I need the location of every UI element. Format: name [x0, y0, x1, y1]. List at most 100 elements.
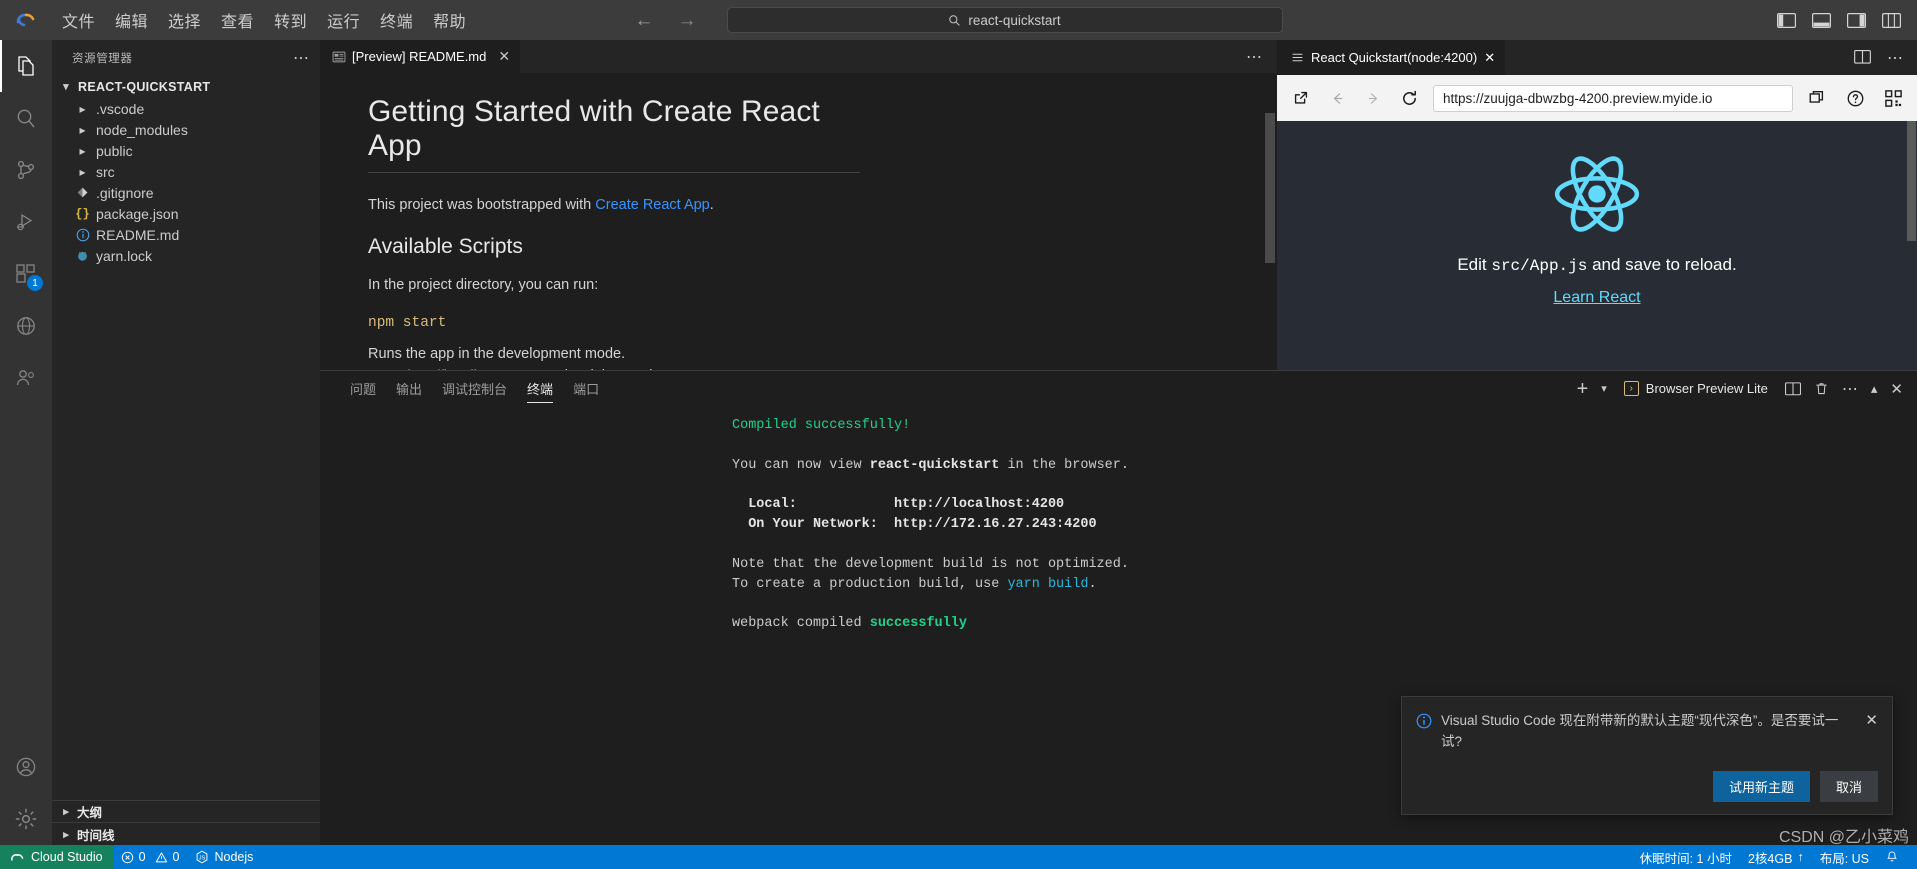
qr-code-icon[interactable] [1881, 86, 1905, 110]
browser-url-field[interactable]: https://zuujga-dbwzbg-4200.preview.myide… [1433, 84, 1793, 112]
split-terminal-icon[interactable] [1784, 381, 1801, 396]
preview-tab-actions: ⋯ [1854, 40, 1917, 75]
close-icon[interactable]: ✕ [498, 48, 510, 65]
tab-readme-preview[interactable]: [Preview] README.md ✕ [320, 40, 522, 74]
status-runtime[interactable]: JS Nodejs [187, 845, 261, 869]
browser-forward-icon[interactable] [1361, 86, 1385, 110]
tab-react-quickstart-preview[interactable]: React Quickstart(node:4200) ✕ [1277, 40, 1506, 75]
activity-item-settings[interactable] [0, 793, 52, 845]
terminal-segment: 4200 [1064, 517, 1097, 533]
panel-tab-terminal[interactable]: 终端 [517, 371, 563, 406]
go-back-icon[interactable]: ← [635, 11, 654, 30]
close-panel-icon[interactable]: ✕ [1890, 380, 1903, 398]
status-resources[interactable]: 2核4GB ↑ [1740, 845, 1812, 869]
status-notifications-bell[interactable] [1877, 845, 1907, 869]
activity-item-extensions[interactable]: 1 [0, 248, 52, 300]
svg-text:JS: JS [199, 855, 206, 861]
terminal-instance-browser-preview-lite[interactable]: › Browser Preview Lite [1620, 381, 1772, 396]
activity-item-search[interactable] [0, 92, 52, 144]
panel-more-actions-icon[interactable]: ⋯ [1842, 379, 1858, 399]
create-react-app-link[interactable]: Create React App [595, 197, 709, 213]
tree-item-public[interactable]: ▸ public [52, 140, 320, 161]
sidebar-section-outline[interactable]: ▸ 大纲 [52, 801, 320, 823]
terminal-segment: yarn build [1007, 576, 1089, 592]
sidebar-title: 资源管理器 [72, 52, 133, 65]
new-terminal-icon[interactable]: + [1577, 379, 1589, 399]
status-keyboard-layout[interactable]: 布局: US [1812, 845, 1877, 869]
ellipsis-icon[interactable]: ⋯ [1887, 48, 1903, 68]
open-external-icon[interactable] [1289, 86, 1313, 110]
kill-terminal-icon[interactable] [1814, 381, 1829, 396]
panel-tab-output[interactable]: 输出 [386, 371, 432, 406]
menu-run[interactable]: 运行 [317, 4, 370, 36]
customize-layout-icon[interactable] [1882, 12, 1901, 28]
tree-item-src[interactable]: ▸ src [52, 161, 320, 182]
browser-preview-viewport: Edit src/App.js and save to reload. Lear… [1277, 121, 1917, 370]
tree-item-yarn-lock[interactable]: yarn.lock [52, 245, 320, 266]
tree-item-readme-md[interactable]: README.md [52, 224, 320, 245]
terminal-segment: You can now view [732, 457, 870, 473]
tree-item-label: package.json [96, 205, 179, 222]
panel-tab-debug-console[interactable]: 调试控制台 [432, 371, 517, 406]
menu-view[interactable]: 查看 [211, 4, 264, 36]
tree-item-package-json[interactable]: {} package.json [52, 203, 320, 224]
sidebar-section-timeline[interactable]: ▸ 时间线 [52, 823, 320, 845]
sidebar-section-label: 大纲 [77, 806, 103, 820]
run-debug-icon [17, 213, 33, 231]
cancel-button[interactable]: 取消 [1819, 771, 1878, 802]
split-editor-icon[interactable] [1854, 50, 1873, 65]
localhost-3000-link[interactable]: http://localhost:3000 [408, 368, 538, 370]
go-forward-icon[interactable]: → [678, 11, 697, 30]
menu-selection[interactable]: 选择 [158, 4, 211, 36]
activity-item-source-control[interactable] [0, 144, 52, 196]
panel-tab-problems[interactable]: 问题 [340, 371, 386, 406]
activity-item-run-and-debug[interactable] [0, 196, 52, 248]
tree-item-gitignore[interactable]: .gitignore [52, 182, 320, 203]
editor-scrollbar[interactable] [1265, 113, 1275, 264]
menu-go[interactable]: 转到 [264, 4, 317, 36]
ellipsis-icon[interactable]: ⋯ [1246, 47, 1263, 67]
new-terminal-dropdown-icon[interactable]: ▾ [1601, 382, 1607, 395]
json-braces-icon: {} [75, 206, 90, 221]
chevron-down-icon: ▾ [63, 81, 69, 93]
close-icon[interactable]: ✕ [1484, 50, 1495, 66]
file-tree: ▾ REACT-QUICKSTART ▸ .vscode ▸ node_modu… [52, 75, 320, 800]
close-icon[interactable]: ✕ [1859, 711, 1878, 729]
activity-item-collaboration[interactable] [0, 352, 52, 404]
learn-react-link[interactable]: Learn React [1553, 289, 1640, 307]
tree-root-react-quickstart[interactable]: ▾ REACT-QUICKSTART [52, 75, 320, 98]
toggle-secondary-sidebar-icon[interactable] [1847, 12, 1866, 28]
gear-icon [15, 808, 37, 830]
browser-reload-icon[interactable] [1397, 86, 1421, 110]
activity-bar: 1 [0, 40, 52, 845]
open-in-new-window-icon[interactable] [1805, 86, 1829, 110]
toggle-primary-sidebar-icon[interactable] [1777, 12, 1796, 28]
tree-item-vscode[interactable]: ▸ .vscode [52, 98, 320, 119]
menu-terminal[interactable]: 终端 [370, 4, 423, 36]
status-problems[interactable]: 0 0 [113, 845, 188, 869]
menu-edit[interactable]: 编辑 [105, 4, 158, 36]
activity-item-remote-explorer[interactable] [0, 300, 52, 352]
ellipsis-icon[interactable]: ⋯ [293, 48, 310, 68]
menu-help[interactable]: 帮助 [423, 4, 476, 36]
try-new-theme-button[interactable]: 试用新主题 [1712, 771, 1810, 802]
tab-label: [Preview] README.md [352, 49, 487, 64]
account-icon [16, 757, 36, 777]
status-hibernate-time[interactable]: 休眠时间: 1 小时 [1632, 845, 1740, 869]
maximize-panel-icon[interactable]: ▴ [1871, 381, 1878, 397]
notification-row: Visual Studio Code 现在附带新的默认主题“现代深色”。是否要试… [1416, 711, 1878, 753]
browser-preview-scrollbar[interactable] [1907, 121, 1916, 241]
command-center[interactable]: react-quickstart [726, 7, 1283, 33]
panel-tab-ports[interactable]: 端口 [563, 371, 609, 406]
menu-bar: 文件 编辑 选择 查看 转到 运行 终端 帮助 [52, 4, 476, 36]
toggle-panel-icon[interactable] [1812, 12, 1831, 28]
status-remote-indicator[interactable]: Cloud Studio [0, 845, 113, 869]
menu-file[interactable]: 文件 [52, 4, 105, 36]
activity-item-accounts[interactable] [0, 741, 52, 793]
activity-item-explorer[interactable] [0, 40, 52, 92]
browser-back-icon[interactable] [1325, 86, 1349, 110]
tree-item-node-modules[interactable]: ▸ node_modules [52, 119, 320, 140]
help-circle-icon[interactable] [1843, 86, 1867, 110]
warning-triangle-icon [155, 851, 168, 864]
